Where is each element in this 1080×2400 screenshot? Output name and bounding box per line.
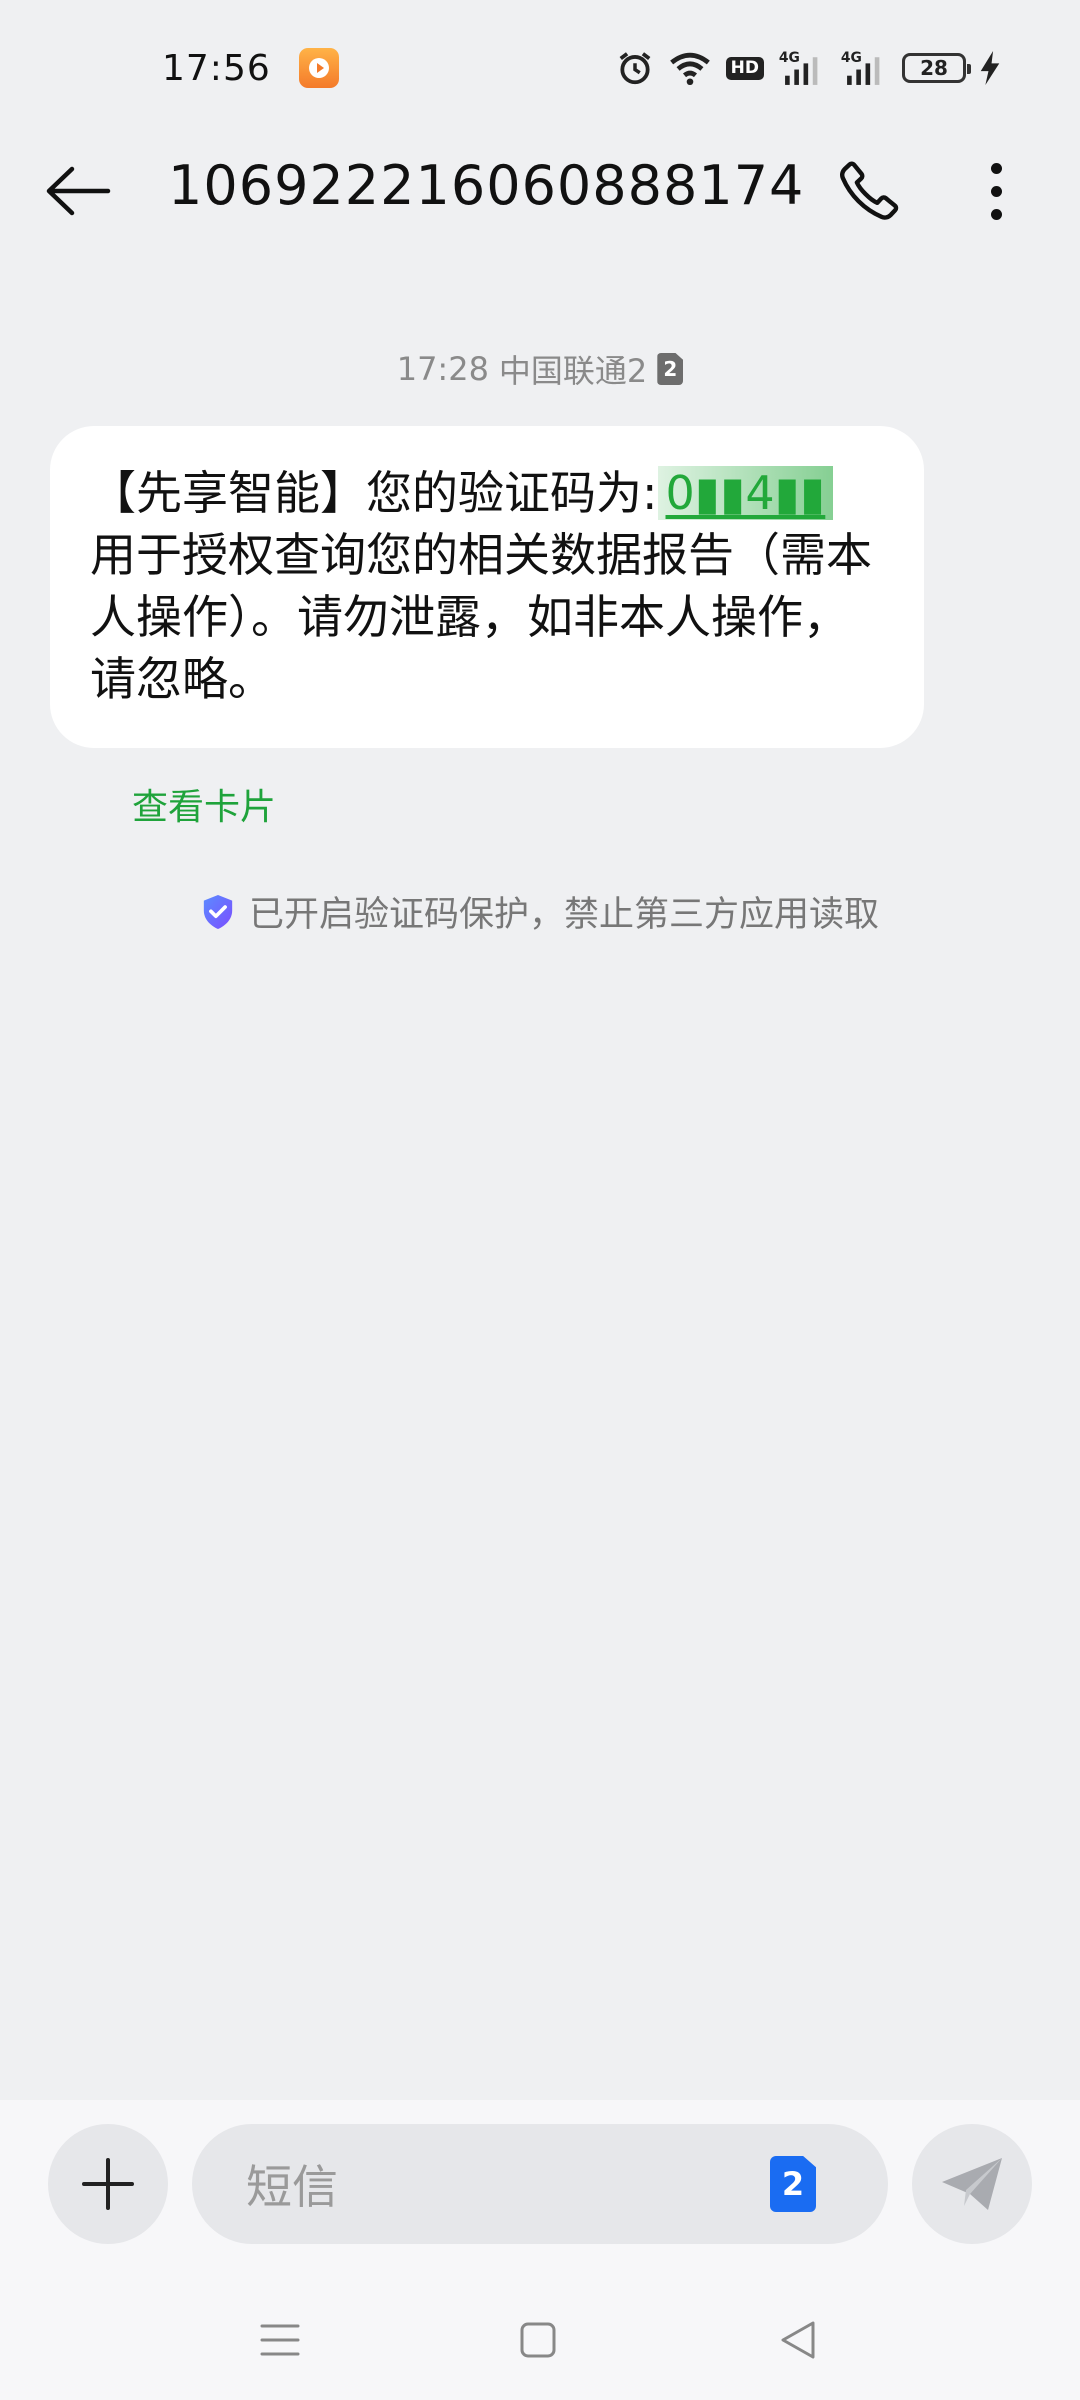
verification-code[interactable]: 0▮▮4▮▮ [657, 466, 834, 520]
app-notification-icon [298, 48, 339, 88]
message-bubble[interactable]: 【先享智能】您的验证码为: 0▮▮4▮▮ 用于授权查询您的相关数据报告（需本人操作… [50, 426, 924, 748]
status-right: HD 4G 4G 28 [616, 48, 1000, 88]
nav-menu-button[interactable] [250, 2310, 310, 2370]
signal-icon-sim1: 4G [778, 48, 826, 88]
system-nav-bar [0, 2270, 1080, 2400]
more-dot-icon [990, 162, 1002, 174]
battery-indicator: 28 [902, 53, 971, 83]
code-protection-notice: 已开启验证码保护，禁止第三方应用读取 [0, 886, 1080, 937]
phone-icon [840, 161, 899, 220]
net-type-sim1: 4G [779, 50, 800, 66]
charging-icon [980, 51, 1000, 85]
message-meta: 17:28 中国联通2 2 [0, 346, 1080, 392]
menu-icon [260, 2324, 300, 2356]
add-attachment-button[interactable] [48, 2124, 168, 2244]
status-left: 17:56 [162, 48, 339, 89]
home-square-icon [520, 2322, 556, 2358]
nav-home-button[interactable] [508, 2310, 568, 2370]
back-triangle-icon [781, 2321, 815, 2359]
wifi-icon [668, 49, 712, 87]
message-text-suffix: 用于授权查询您的相关数据报告（需本人操作）。请勿泄露，如非本人操作，请忽略。 [90, 528, 872, 706]
sender-number: 106922216060888174 [168, 154, 805, 217]
net-type-sim2: 4G [841, 50, 862, 66]
shield-icon [203, 894, 233, 929]
status-time: 17:56 [162, 47, 271, 89]
message-input-placeholder: 短信 [246, 2160, 338, 2214]
message-input[interactable]: 短信 2 [192, 2124, 888, 2244]
compose-bar: 短信 2 [0, 2100, 1080, 2270]
alarm-icon [616, 49, 654, 87]
call-button[interactable] [832, 154, 906, 228]
view-card-link[interactable]: 查看卡片 [132, 778, 276, 830]
send-button[interactable] [912, 2124, 1032, 2244]
signal-icon-sim2: 4G [840, 48, 888, 88]
back-arrow-icon [46, 166, 111, 216]
more-dot-icon [990, 185, 1002, 197]
nav-back-button[interactable] [768, 2310, 828, 2370]
message-carrier: 中国联通2 [498, 352, 648, 390]
conversation-header: 106922216060888174 [0, 136, 1080, 246]
sim-select-button[interactable]: 2 [770, 2156, 816, 2212]
hd-voice-badge: HD [725, 56, 764, 80]
protection-text: 已开启验证码保护，禁止第三方应用读取 [248, 895, 879, 935]
status-bar: 17:56 HD 4G 4G 28 [0, 0, 1080, 136]
sim-card-icon: 2 [657, 353, 684, 385]
send-icon [942, 2158, 1002, 2210]
more-dot-icon [990, 208, 1002, 220]
back-button[interactable] [44, 160, 124, 222]
message-time: 17:28 [396, 350, 489, 388]
more-options-button[interactable] [972, 154, 1020, 228]
plus-icon [82, 2158, 134, 2210]
message-text-prefix: 【先享智能】您的验证码为: [90, 466, 658, 520]
